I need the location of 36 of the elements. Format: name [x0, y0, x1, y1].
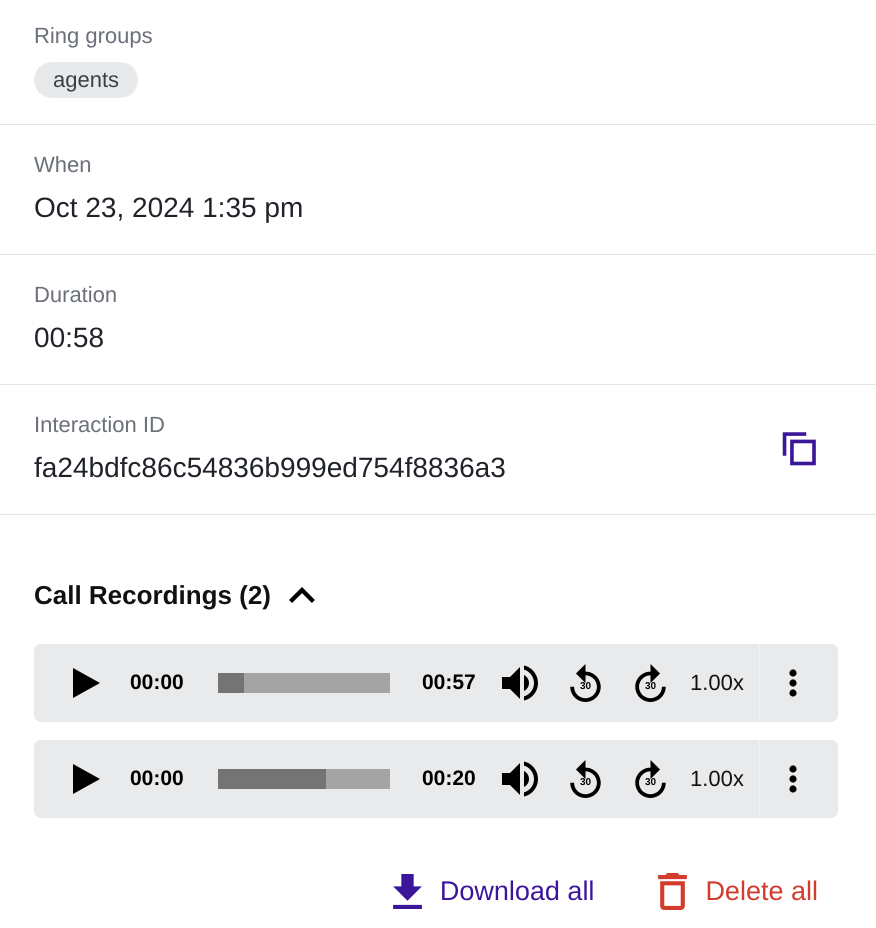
rewind-button[interactable]: 30 — [568, 759, 603, 799]
field-label: Ring groups — [34, 24, 153, 48]
circular-arrow-icon — [633, 663, 668, 703]
field-label: Duration — [34, 283, 118, 307]
current-time: 00:00 — [130, 670, 185, 696]
total-duration: 00:57 — [422, 670, 477, 696]
circular-arrow-icon — [633, 759, 668, 799]
field-label: When — [34, 153, 92, 177]
circular-arrow-icon — [568, 663, 603, 703]
speaker-icon — [502, 665, 538, 701]
playback-speed-button[interactable]: 1.00x — [690, 670, 744, 696]
circular-arrow-icon — [568, 759, 603, 799]
section-title: Call Recordings (2) — [34, 580, 271, 610]
field-value: Oct 23, 2024 1:35 pm — [34, 193, 304, 223]
field-label: Interaction ID — [34, 413, 165, 437]
field-value: fa24bdfc86c54836b999ed754f8836a3 — [34, 453, 506, 483]
total-duration: 00:20 — [422, 766, 477, 792]
play-icon — [73, 764, 100, 794]
play-icon — [73, 668, 100, 698]
field-value: 00:58 — [34, 323, 104, 353]
forward-button[interactable]: 30 — [633, 663, 668, 703]
progress-track[interactable] — [218, 769, 390, 789]
delete-all-button[interactable]: Delete all — [658, 872, 818, 910]
download-all-button[interactable]: Download all — [392, 874, 594, 908]
current-time: 00:00 — [130, 766, 185, 792]
more-icon — [789, 765, 797, 793]
trash-icon — [658, 872, 688, 910]
copy-icon — [782, 431, 816, 466]
progress-track[interactable] — [218, 673, 390, 693]
speaker-icon — [502, 761, 538, 797]
more-icon — [789, 669, 797, 697]
forward-button[interactable]: 30 — [633, 759, 668, 799]
download-icon — [392, 874, 422, 908]
playback-speed-button[interactable]: 1.00x — [690, 766, 744, 792]
tag-chip: agents — [34, 62, 138, 98]
rewind-button[interactable]: 30 — [568, 663, 603, 703]
